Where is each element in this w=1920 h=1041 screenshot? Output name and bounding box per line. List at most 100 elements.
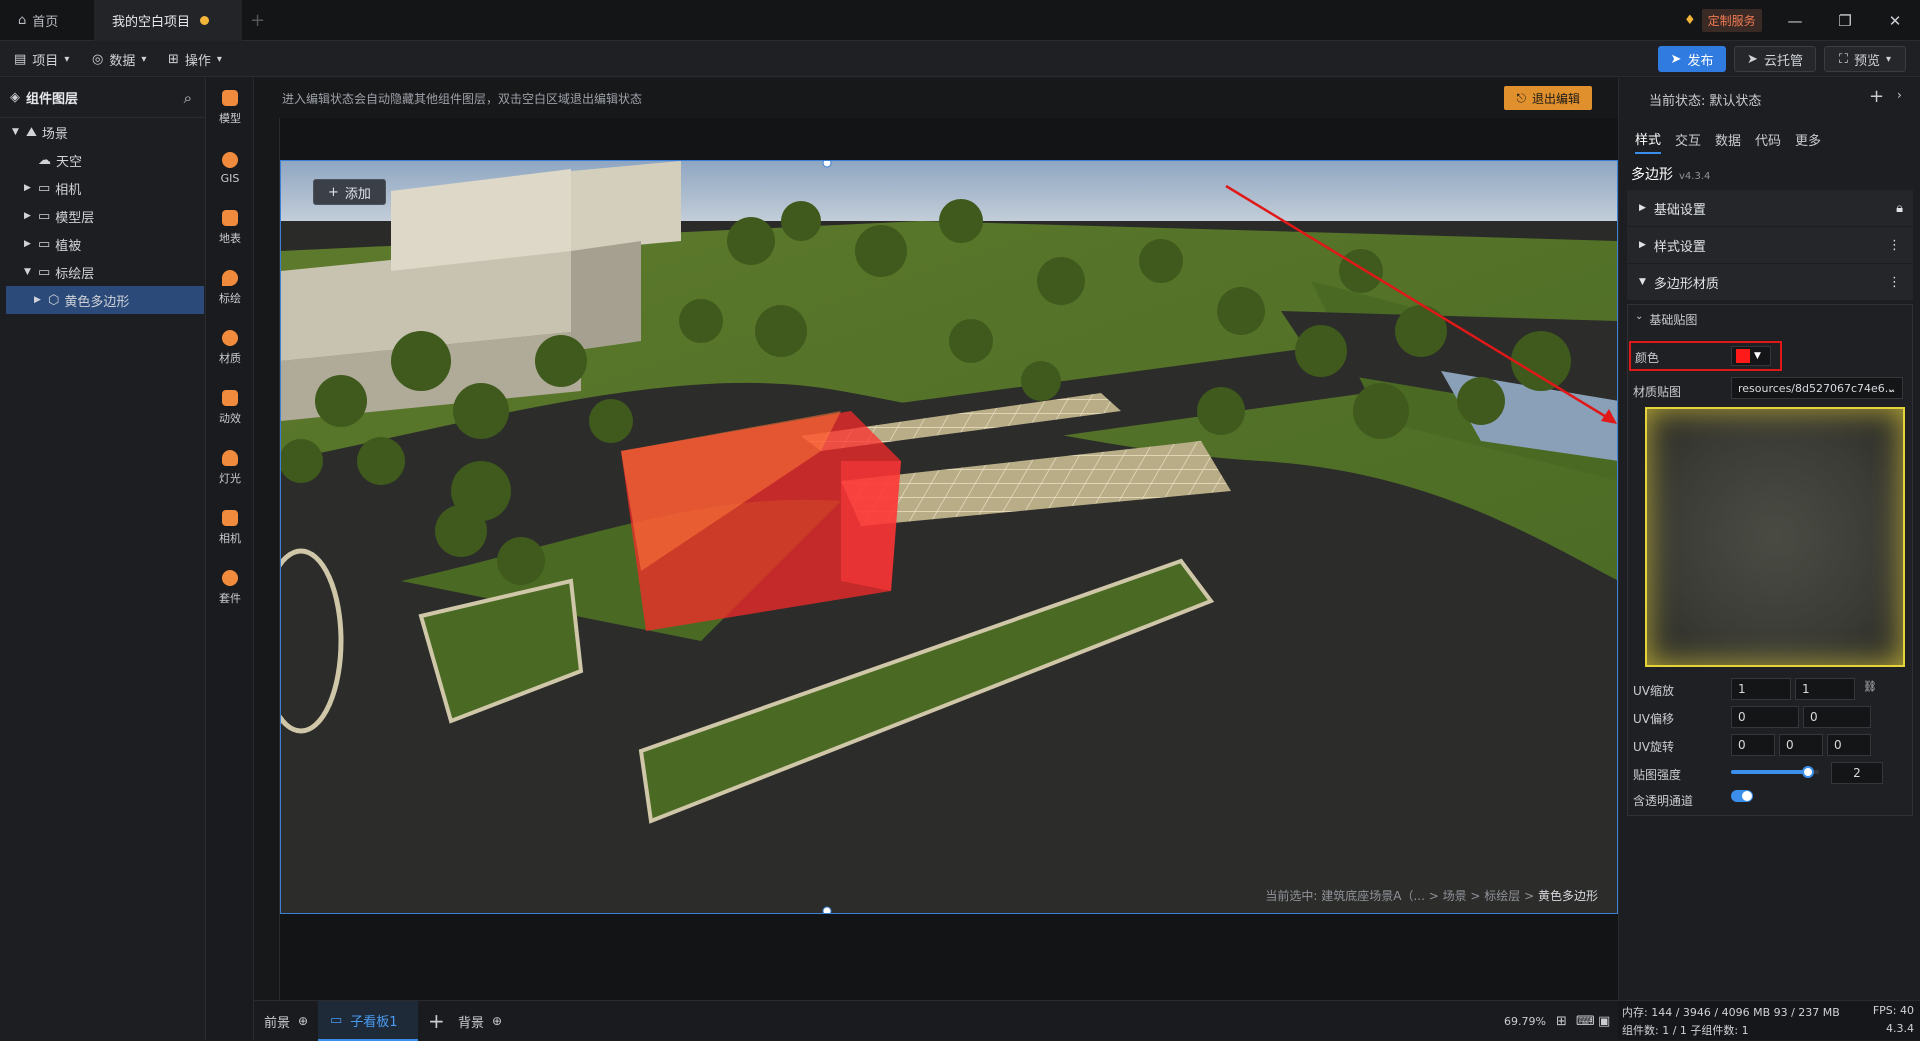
search-icon[interactable]: ⌕	[184, 89, 192, 107]
exit-edit-button[interactable]: ⎋ 退出编辑	[1504, 86, 1592, 110]
uv-rotate-z-value: 0	[1834, 738, 1842, 752]
cloud-icon: ☁	[38, 152, 51, 168]
add-button[interactable]: + 添加	[313, 179, 386, 205]
uv-scale-x[interactable]: 1	[1731, 678, 1791, 700]
link-icon[interactable]: ⛓	[1863, 680, 1877, 693]
tool-label: 模型	[219, 112, 241, 125]
preview-button[interactable]: ⛶ 预览 ▾	[1824, 46, 1906, 72]
tree-item-model-layer[interactable]: ▶ ▭ 模型层	[0, 202, 206, 230]
texture-select[interactable]: resources/8d527067c74e6... ⌄	[1731, 377, 1903, 399]
tab-style[interactable]: 样式	[1635, 124, 1662, 154]
texture-label: 材质贴图	[1633, 385, 1682, 399]
intensity-slider[interactable]	[1731, 766, 1819, 778]
app-version: 4.3.4	[1886, 1022, 1914, 1035]
terminal-icon[interactable]: ▣	[1598, 1001, 1610, 1041]
close-icon[interactable]: ✕	[1870, 0, 1920, 41]
foreground-label: 前景	[264, 1015, 291, 1031]
zoom-level[interactable]: 69.79%	[1504, 1001, 1546, 1041]
tool-terrain[interactable]: 地表	[206, 198, 254, 258]
chevron-down-icon: ▾	[1886, 53, 1892, 65]
uv-offset-x[interactable]: 0	[1731, 706, 1799, 728]
uv-rotate-z[interactable]: 0	[1827, 734, 1871, 756]
tab-board-1[interactable]: ▭ 子看板1	[318, 1001, 418, 1041]
menu-project[interactable]: ▤ 项目 ▾	[14, 41, 69, 77]
tab-home[interactable]: ⌂ 首页	[0, 0, 92, 41]
uv-scale-label: UV缩放	[1633, 684, 1674, 698]
3d-scene-viewport[interactable]: + 添加	[280, 160, 1618, 914]
tab-background[interactable]: 背景 ⊕	[458, 1001, 502, 1041]
uv-rotate-x[interactable]: 0	[1731, 734, 1775, 756]
menu-data-label: 数据	[109, 53, 136, 69]
layer-panel-title: 组件图层	[26, 92, 79, 107]
tab-label: 代码	[1755, 133, 1782, 149]
add-state-icon[interactable]: +	[1869, 86, 1884, 107]
tool-camera[interactable]: 相机	[206, 498, 254, 558]
tab-code[interactable]: 代码	[1755, 124, 1781, 154]
tool-model[interactable]: 模型	[206, 78, 254, 138]
subsection-basic-texture[interactable]: ⌄ 基础贴图	[1635, 311, 1697, 328]
tool-label: 地表	[219, 232, 241, 245]
lock-icon[interactable]: 🔒︎	[1896, 201, 1903, 216]
intensity-input[interactable]: 2	[1831, 762, 1883, 784]
more-vertical-icon[interactable]: ⋮	[1888, 275, 1901, 290]
uv-scale-y[interactable]: 1	[1795, 678, 1855, 700]
tab-label: 样式	[1635, 132, 1662, 148]
uv-rotate-y[interactable]: 0	[1779, 734, 1823, 756]
tree-item-yellow-polygon[interactable]: ▶ ⬡ 黄色多边形	[6, 286, 204, 314]
tool-kit[interactable]: 套件	[206, 558, 254, 618]
tab-project-label: 我的空白项目	[112, 15, 191, 30]
add-board-icon[interactable]: +	[428, 1001, 445, 1041]
tree-item-sky[interactable]: ☁ 天空	[0, 146, 206, 174]
tool-gis[interactable]: GIS	[206, 138, 254, 198]
tree-item-camera[interactable]: ▶ ▭ 相机	[0, 174, 206, 202]
publish-button[interactable]: ➤ 发布	[1658, 46, 1726, 72]
texture-preview[interactable]	[1645, 407, 1905, 667]
tool-label: GIS	[220, 171, 240, 185]
more-vertical-icon[interactable]: ⋮	[1888, 238, 1901, 253]
tool-material[interactable]: 材质	[206, 318, 254, 378]
tool-column: 模型 GIS 地表 标绘 材质 动效 灯光 相机 套件	[206, 78, 254, 1040]
add-circle-icon[interactable]: ⊕	[492, 1014, 502, 1028]
new-tab-icon[interactable]: +	[250, 10, 265, 31]
exit-edit-label: 退出编辑	[1531, 91, 1580, 106]
section-style-settings[interactable]: ▶ 样式设置 ⋮	[1627, 227, 1913, 263]
tab-more[interactable]: 更多	[1795, 124, 1821, 154]
tree-item-plot-layer[interactable]: ▼ ▭ 标绘层	[0, 258, 206, 286]
property-panel: 当前状态: 默认状态 + › 样式 交互 数据 代码 更多 多边形 v4.3.4…	[1618, 78, 1920, 1000]
caret-right-icon: ▶	[1639, 203, 1646, 213]
tool-effect[interactable]: 动效	[206, 378, 254, 438]
tree-item-vegetation[interactable]: ▶ ▭ 植被	[0, 230, 206, 258]
custom-service[interactable]: ♦ 定制服务	[1684, 9, 1762, 32]
chevron-right-icon[interactable]: ›	[1897, 88, 1902, 102]
tree-item-label: 植被	[55, 238, 82, 254]
uv-offset-y[interactable]: 0	[1803, 706, 1871, 728]
vertical-ruler	[254, 118, 280, 1000]
grid-icon: ⊞	[168, 51, 179, 67]
status-bar: 内存: 144 / 3946 / 4096 MB 93 / 237 MB FPS…	[1618, 1000, 1920, 1040]
restore-icon[interactable]: ❐	[1820, 0, 1870, 41]
tool-marker[interactable]: 标绘	[206, 258, 254, 318]
uv-rotate-label: UV旋转	[1633, 740, 1674, 754]
keyboard-icon[interactable]: ⌨	[1576, 1001, 1595, 1041]
section-polygon-material[interactable]: ▼ 多边形材质 ⋮	[1627, 264, 1913, 300]
tab-interaction[interactable]: 交互	[1675, 124, 1701, 154]
tool-light[interactable]: 灯光	[206, 438, 254, 498]
unsaved-dot	[200, 16, 210, 25]
cloud-hosting-button[interactable]: ➤ 云托管	[1734, 46, 1816, 72]
tab-foreground[interactable]: 前景 ⊕	[264, 1001, 308, 1041]
color-picker[interactable]: ▼	[1731, 346, 1771, 366]
alpha-channel-toggle[interactable]	[1731, 790, 1753, 802]
tab-data[interactable]: 数据	[1715, 124, 1741, 154]
add-circle-icon[interactable]: ⊕	[298, 1014, 308, 1028]
scene-render[interactable]	[281, 161, 1618, 914]
minimize-icon[interactable]: —	[1770, 0, 1820, 41]
menu-data[interactable]: ◎ 数据 ▾	[92, 41, 146, 77]
tab-project[interactable]: 我的空白项目	[94, 0, 242, 41]
breadcrumb-current: 黄色多边形	[1537, 889, 1598, 903]
tree-item-scene[interactable]: ▼ ⛰ 场景	[0, 118, 206, 146]
state-label: 当前状态:	[1649, 94, 1706, 109]
fit-icon[interactable]: ⊞	[1556, 1001, 1567, 1041]
menu-operation[interactable]: ⊞ 操作 ▾	[168, 41, 222, 77]
alpha-channel-label: 含透明通道	[1633, 794, 1694, 808]
section-basic-settings[interactable]: ▶ 基础设置 🔒︎	[1627, 190, 1913, 226]
